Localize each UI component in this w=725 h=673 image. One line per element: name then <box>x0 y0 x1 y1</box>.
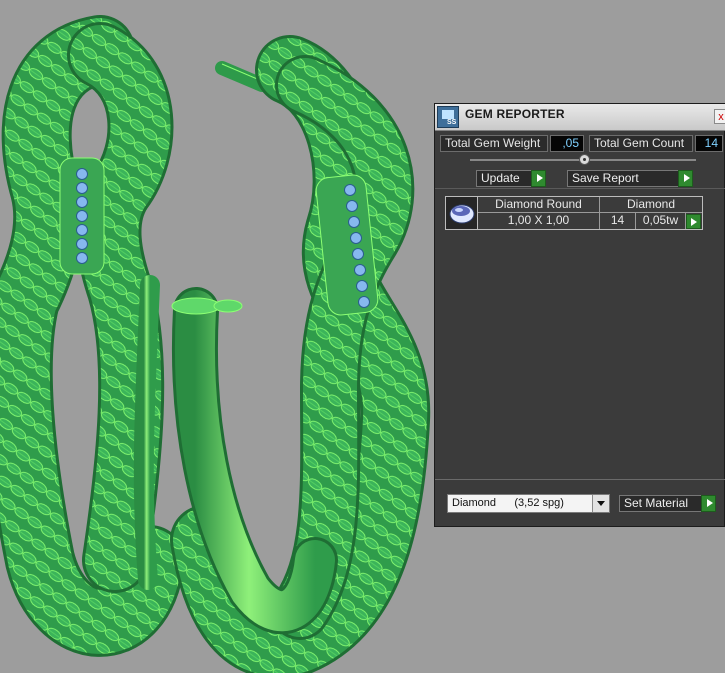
close-icon[interactable]: x <box>718 111 724 123</box>
dropdown-arrow-icon[interactable] <box>592 495 609 512</box>
gem-count: 14 <box>600 213 636 229</box>
panel-titlebar[interactable]: SS GEM REPORTER x <box>435 104 725 131</box>
close-button[interactable]: x <box>714 109 725 124</box>
update-label: Update <box>481 171 520 185</box>
gem-reporter-panel: SS GEM REPORTER x Total Gem Weight ,05 T… <box>434 103 725 527</box>
play-arrow-icon[interactable] <box>678 170 693 187</box>
set-material-label: Set Material <box>624 496 689 510</box>
divider <box>435 188 725 189</box>
save-report-button[interactable]: Save Report <box>567 170 693 187</box>
gem-thumbnail-icon[interactable] <box>446 197 478 229</box>
play-arrow-icon[interactable] <box>531 170 546 187</box>
left-earring-model[interactable] <box>0 15 185 657</box>
gem-material: Diamond <box>600 197 702 213</box>
material-dropdown[interactable]: Diamond (3,52 spg) <box>447 494 610 513</box>
update-button[interactable]: Update <box>476 170 546 187</box>
total-gem-weight-label: Total Gem Weight <box>440 135 548 152</box>
gem-list-row[interactable]: Diamond Round Diamond 1,00 X 1,00 14 0,0… <box>445 196 703 230</box>
save-report-label: Save Report <box>572 171 639 185</box>
gem-size: 1,00 X 1,00 <box>478 213 600 229</box>
total-gem-weight-value: ,05 <box>550 135 584 152</box>
total-gem-count-value: 14 <box>695 135 723 152</box>
divider <box>435 479 725 480</box>
play-arrow-icon[interactable] <box>701 495 716 512</box>
material-dropdown-value: Diamond (3,52 spg) <box>452 497 564 509</box>
gem-weight: 0,05tw <box>636 213 686 229</box>
slider-thumb[interactable] <box>579 154 590 165</box>
panel-title: GEM REPORTER <box>465 107 565 121</box>
set-material-button[interactable]: Set Material <box>619 495 716 512</box>
app-icon-label: SS <box>447 119 457 126</box>
right-earring-model[interactable] <box>170 35 431 673</box>
play-arrow-icon[interactable] <box>686 214 701 229</box>
total-gem-count-label: Total Gem Count <box>589 135 693 152</box>
gem-shape: Diamond Round <box>478 197 600 213</box>
gem-reporter-app-icon: SS <box>437 106 459 128</box>
